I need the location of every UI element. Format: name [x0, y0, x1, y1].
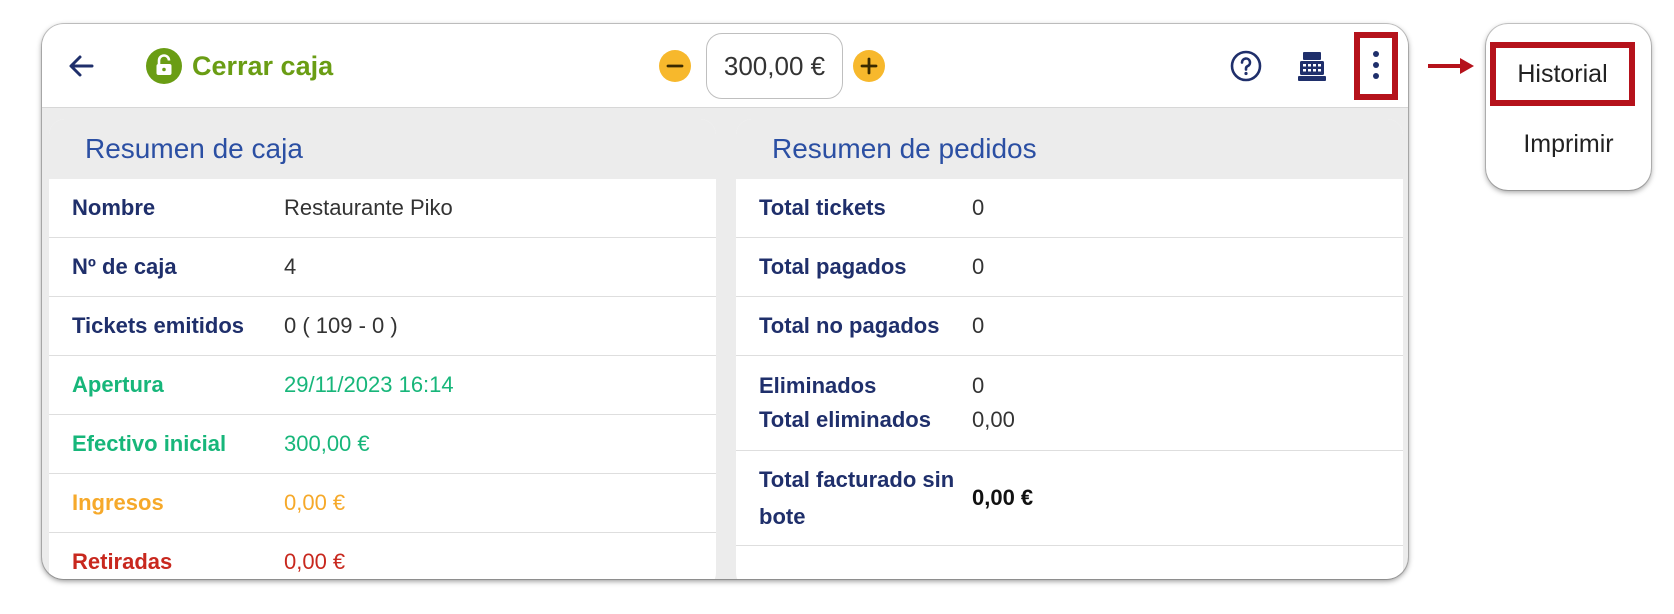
options-menu: Historial Imprimir: [1486, 24, 1651, 190]
orders-row-total-billed: Total facturado sin bote 0,00 €: [736, 451, 1403, 546]
minus-circle-icon: [659, 50, 691, 82]
top-bar: Cerrar caja: [42, 24, 1408, 108]
page-title[interactable]: Cerrar caja: [192, 48, 333, 84]
row-label: Retiradas: [72, 549, 173, 574]
orders-row-total-tickets: Total tickets 0: [736, 179, 1403, 238]
row-value: 0,00 €: [284, 549, 346, 574]
orders-summary-title: Resumen de pedidos: [736, 119, 1403, 179]
row-value: 300,00 €: [284, 431, 370, 456]
more-options-button[interactable]: [1354, 32, 1398, 100]
row-value: 0: [972, 195, 985, 220]
orders-summary-card: Resumen de pedidos Total tickets 0 Total…: [736, 119, 1403, 579]
row-label: Eliminados: [759, 373, 877, 398]
increase-amount-button[interactable]: [852, 49, 886, 83]
row-label: Apertura: [72, 372, 164, 397]
row-label: Tickets emitidos: [72, 313, 244, 338]
cash-summary-card: Resumen de caja Nombre Restaurante Piko …: [49, 119, 716, 579]
initial-cash-input[interactable]: [706, 33, 843, 99]
row-label: Total tickets: [759, 195, 886, 220]
menu-item-history[interactable]: Historial: [1490, 42, 1635, 106]
summary-row-opening: Apertura 29/11/2023 16:14: [49, 356, 716, 415]
plus-circle-icon: [853, 50, 885, 82]
row-label: Total pagados: [759, 254, 907, 279]
more-vertical-icon: [1373, 51, 1379, 79]
summary-row-name: Nombre Restaurante Piko: [49, 179, 716, 238]
orders-row-total-unpaid: Total no pagados 0: [736, 297, 1403, 356]
row-value: 0: [972, 254, 985, 279]
cash-register-icon[interactable]: [1292, 46, 1332, 86]
row-value: Restaurante Piko: [284, 195, 453, 220]
menu-item-print[interactable]: Imprimir: [1486, 124, 1651, 164]
row-label: Total no pagados: [759, 313, 940, 338]
cash-summary-title: Resumen de caja: [49, 119, 716, 179]
summary-row-register-number: Nº de caja 4: [49, 238, 716, 297]
row-value: 0,00: [972, 407, 1015, 432]
arrow-left-icon: [69, 55, 94, 77]
row-value: 0 ( 109 - 0 ): [284, 313, 398, 338]
row-label: Nombre: [72, 195, 156, 220]
orders-row-deleted: Eliminados 0 Total eliminados 0,00: [736, 356, 1403, 451]
row-value: 0: [972, 313, 985, 338]
arrow-right-icon: [1428, 58, 1474, 74]
back-button[interactable]: [62, 46, 102, 86]
help-circle-icon[interactable]: [1228, 48, 1264, 84]
summary-row-initial-cash: Efectivo inicial 300,00 €: [49, 415, 716, 474]
summary-row-withdrawals: Retiradas 0,00 €: [49, 533, 716, 579]
row-label: Ingresos: [72, 490, 164, 515]
row-label: Total facturado sin bote: [759, 467, 955, 529]
row-value: 0,00 €: [972, 485, 1034, 510]
summary-row-income: Ingresos 0,00 €: [49, 474, 716, 533]
decrease-amount-button[interactable]: [658, 49, 692, 83]
row-value: 29/11/2023 16:14: [284, 372, 454, 397]
row-value: 0,00 €: [284, 490, 346, 515]
cash-close-window: Cerrar caja 300,00 € Resumen de caja Nom…: [42, 24, 1408, 579]
row-label: Efectivo inicial: [72, 431, 227, 456]
lock-icon: [146, 48, 182, 84]
row-value: 0: [972, 373, 985, 398]
row-value: 4: [284, 254, 297, 279]
orders-row-total-paid: Total pagados 0: [736, 238, 1403, 297]
summary-row-tickets-issued: Tickets emitidos 0 ( 109 - 0 ): [49, 297, 716, 356]
row-label: Nº de caja: [72, 254, 177, 279]
row-label: Total eliminados: [759, 407, 931, 432]
